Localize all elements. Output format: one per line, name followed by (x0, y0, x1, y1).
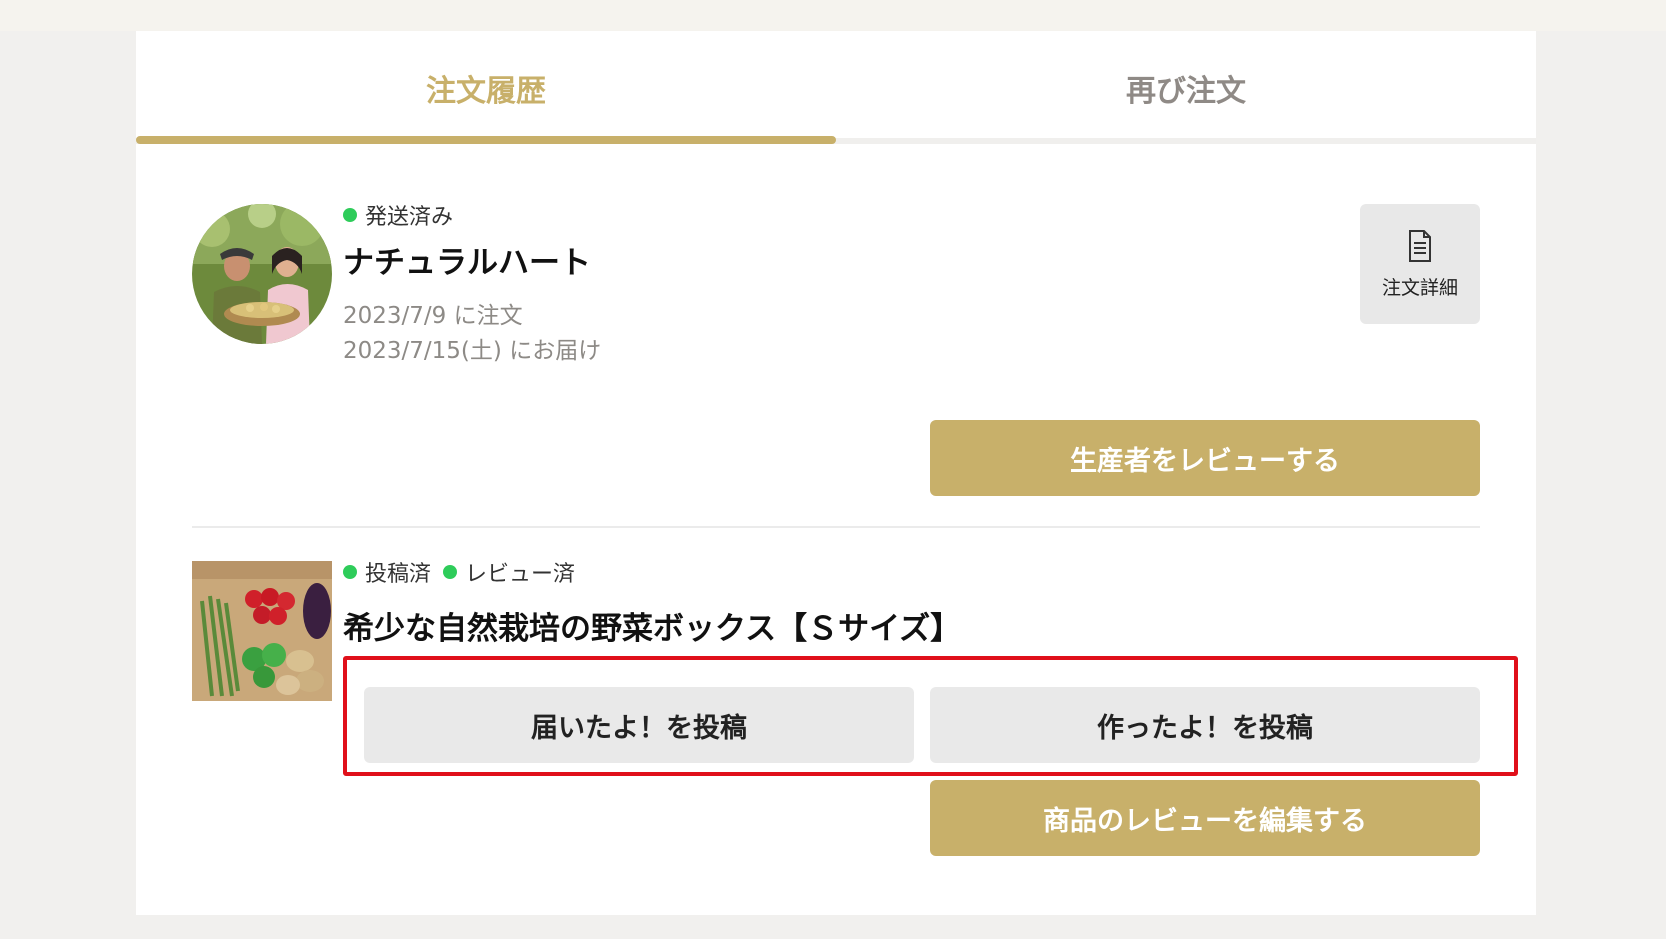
tab-order-history-label: 注文履歴 (426, 73, 546, 109)
top-strip (0, 0, 1666, 31)
status-label-reviewed: レビュー済 (465, 562, 576, 587)
tab-reorder[interactable]: 再び注文 (836, 31, 1536, 144)
tab-order-history[interactable]: 注文履歴 (136, 31, 836, 144)
status-dot-icon (443, 565, 458, 579)
producer-avatar[interactable] (192, 204, 332, 344)
tab-reorder-label: 再び注文 (1126, 73, 1246, 109)
product-thumbnail[interactable] (192, 561, 332, 701)
order-divider (192, 526, 1480, 528)
post-arrived-button[interactable]: 届いたよ！を投稿 (364, 687, 914, 763)
order-2-product-name[interactable]: 希少な自然栽培の野菜ボックス【Ｓサイズ】 (343, 603, 961, 648)
order-detail-button[interactable]: 注文詳細 (1360, 204, 1480, 324)
document-icon (1409, 229, 1431, 262)
status-label-posted: 投稿済 (365, 562, 432, 587)
review-producer-button[interactable]: 生産者をレビューする (930, 420, 1480, 496)
status-dot-icon (343, 208, 357, 222)
order-1-delivery-date: 2023/7/15(土) にお届け (343, 338, 602, 364)
status-label: 発送済み (365, 205, 454, 230)
order-1-producer-name[interactable]: ナチュラルハート (343, 237, 591, 282)
order-detail-label: 注文詳細 (1381, 276, 1458, 299)
tab-bar: 注文履歴 再び注文 (136, 31, 1536, 144)
post-made-button[interactable]: 作ったよ！を投稿 (930, 687, 1480, 763)
order-1-status: 発送済み (343, 199, 453, 231)
status-dot-icon (343, 565, 357, 579)
order-1-order-date: 2023/7/9 に注文 (343, 303, 523, 329)
order-2-status: 投稿済 レビュー済 (343, 556, 575, 588)
edit-product-review-button[interactable]: 商品のレビューを編集する (930, 780, 1480, 856)
order-history-panel: 注文履歴 再び注文 発送済み ナチュラルハート 2023/7/9 に注文 202… (136, 31, 1536, 915)
tab-active-indicator (136, 136, 836, 144)
